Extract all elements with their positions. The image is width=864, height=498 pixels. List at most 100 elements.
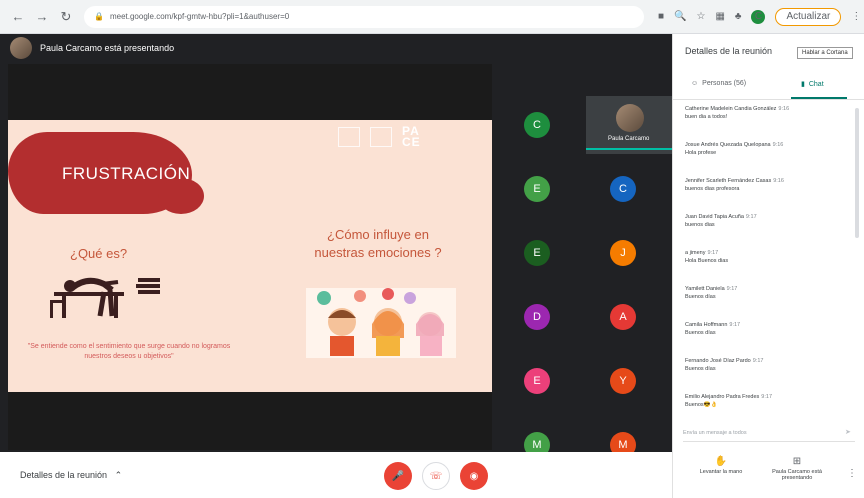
- chat-input[interactable]: Envía un mensaje a todos: [683, 424, 855, 442]
- chat-time: 9:17: [761, 394, 773, 400]
- chat-time: 9:17: [729, 322, 741, 328]
- mic-off-button[interactable]: 🎤: [384, 462, 412, 490]
- participant-tile[interactable]: E: [494, 224, 582, 282]
- send-icon[interactable]: ➤: [845, 428, 851, 436]
- participant-tile[interactable]: A: [580, 288, 668, 346]
- extension-icon[interactable]: ▦: [715, 11, 724, 22]
- browser-actions: ■ 🔍 ☆ ▦ ♣ C Actualizar ⋮: [658, 7, 861, 26]
- forward-icon[interactable]: →: [32, 7, 52, 27]
- chat-text: Hola profese: [685, 150, 717, 156]
- participant-avatar: E: [524, 240, 550, 266]
- question-right: ¿Cómo influye en nuestras emociones ?: [298, 226, 458, 262]
- update-button[interactable]: Actualizar: [775, 7, 842, 26]
- raise-hand-label: Levantar la mano: [699, 469, 743, 475]
- panel-actions: ✋ Levantar la mano ⊞ Paula Carcamo está …: [673, 454, 864, 498]
- chat-sender: Josue Andrés Quezada Quelopana: [685, 142, 771, 148]
- participant-tile[interactable]: E: [494, 160, 582, 218]
- chat-message-header: Fernando José Díaz Pardo 9:17: [685, 358, 855, 364]
- chevron-up-icon: ⌃: [109, 470, 123, 480]
- hand-icon: ✋: [714, 456, 728, 467]
- chat-text: buenos dias profesora: [685, 186, 740, 192]
- participant-avatar: D: [524, 304, 550, 330]
- participant-tile[interactable]: C: [580, 160, 668, 218]
- presenter-banner: Paula Carcamo está presentando: [0, 34, 672, 62]
- participant-tile[interactable]: D: [494, 288, 582, 346]
- back-icon[interactable]: ←: [8, 7, 28, 27]
- speaking-indicator: [586, 148, 674, 150]
- chat-message: Josue Andrés Quezada Quelopana 9:16 Hola p…: [685, 142, 855, 156]
- reload-icon[interactable]: ↻: [56, 7, 76, 27]
- meeting-details-label: Detalles de la reunión: [20, 470, 108, 480]
- chat-text: Buenos días: [685, 294, 716, 300]
- chat-message: Jennifer Scarleth Fernández Casas 9:16 bue…: [685, 178, 855, 192]
- chat-time: 9:17: [745, 214, 757, 220]
- camera-off-button[interactable]: ◉: [460, 462, 488, 490]
- chat-sender: a jimeny: [685, 250, 706, 256]
- participant-tile[interactable]: C: [494, 96, 582, 154]
- chat-message: a jimeny 9:17 Hola Buenos dias: [685, 250, 855, 264]
- chat-time: 9:17: [726, 286, 738, 292]
- tab-chat-label: Chat: [808, 80, 824, 88]
- panel-tabs: ☺ Personas (56) ▮ Chat: [673, 74, 864, 100]
- avatar: [616, 104, 644, 132]
- more-options-icon[interactable]: ⋮: [847, 468, 857, 479]
- camera-off-icon: ◉: [469, 470, 479, 482]
- chat-message: Fernando José Díaz Pardo 9:17 Buenos días: [685, 358, 855, 372]
- chat-text: Hola Buenos dias: [685, 258, 729, 264]
- chat-message-header: Catherine Madelein Candia González 9:16: [685, 106, 855, 112]
- presentation-slide: FRUSTRACIÓN PA CE ¿Qué es? "Se entiende …: [8, 120, 492, 392]
- chat-sender: Emilio Alejandro Padra Fredes: [685, 394, 760, 400]
- raise-hand-button[interactable]: ✋ Levantar la mano: [681, 456, 761, 475]
- chat-sender: Yamilett Daniela: [685, 286, 725, 292]
- star-icon[interactable]: ☆: [697, 11, 706, 22]
- chat-message: Yamilett Daniela 9:17 Buenos días: [685, 286, 855, 300]
- participant-tile[interactable]: J: [580, 224, 668, 282]
- slide-title: FRUSTRACIÓN: [62, 164, 191, 183]
- menu-dots-icon[interactable]: ⋮: [851, 11, 861, 22]
- question-right-line2: nuestras emociones ?: [314, 245, 442, 260]
- question-right-line1: ¿Cómo influye en: [327, 227, 429, 242]
- slide-quote: "Se entiende como el sentimiento que sur…: [27, 343, 231, 360]
- meeting-details-toggle[interactable]: Detalles de la reunión ⌃: [20, 470, 122, 481]
- participant-avatar: Y: [610, 368, 636, 394]
- chat-time: 9:16: [778, 106, 790, 112]
- hang-up-button[interactable]: ☏: [422, 462, 450, 490]
- participant-avatar: J: [610, 240, 636, 266]
- camera-icon[interactable]: ■: [658, 11, 664, 22]
- chat-sender: Fernando José Díaz Pardo: [685, 358, 751, 364]
- chat-text: buenos dias: [685, 222, 715, 228]
- presenting-label: Paula Carcamo está presentando: [772, 469, 822, 481]
- presenter-avatar: [10, 37, 32, 59]
- participant-avatar: A: [610, 304, 636, 330]
- zoom-icon[interactable]: 🔍: [674, 11, 686, 22]
- chat-text: buen dia a todos!: [685, 114, 728, 120]
- participant-tile-active[interactable]: Paula Carcamo: [586, 96, 674, 154]
- chat-message-header: Emilio Alejandro Padra Fredes 9:17: [685, 394, 855, 400]
- lock-icon: 🔒: [94, 12, 104, 21]
- logo-pace: PA CE: [402, 125, 421, 148]
- panel-title: Detalles de la reunión: [685, 46, 773, 56]
- chat-message: Catherine Madelein Candia González 9:16 bu…: [685, 106, 855, 120]
- participant-grid: Paula Carcamo C E C E J D A E Y M M: [494, 96, 674, 458]
- people-icon: ☺: [691, 80, 699, 87]
- participant-tile[interactable]: E: [494, 352, 582, 410]
- screen-root: ← → ↻ 🔒 meet.google.com/kpf-gmtw-hbu?pli…: [0, 0, 864, 498]
- logo-university: [370, 127, 392, 147]
- chat-time: 9:16: [773, 178, 784, 184]
- profile-avatar[interactable]: C: [751, 9, 766, 24]
- participant-avatar: C: [610, 176, 636, 202]
- question-left: ¿Qué es?: [70, 246, 128, 261]
- presenting-button[interactable]: ⊞ Paula Carcamo está presentando: [757, 456, 837, 481]
- address-bar[interactable]: 🔒 meet.google.com/kpf-gmtw-hbu?pli=1&aut…: [84, 5, 644, 28]
- puzzle-icon[interactable]: ♣: [735, 11, 742, 22]
- chat-sender: Camila Hoffmann: [685, 322, 728, 328]
- chat-message-header: Juan David Tapia Acuña 9:17: [685, 214, 855, 220]
- tab-people-label: Personas (56): [702, 80, 747, 87]
- tab-chat[interactable]: ▮ Chat: [801, 80, 824, 89]
- chat-scrollbar[interactable]: [855, 108, 859, 238]
- chat-time: 9:17: [752, 358, 764, 364]
- children-emotions-illustration: [306, 288, 456, 358]
- participant-avatar: E: [524, 368, 550, 394]
- tab-people[interactable]: ☺ Personas (56): [691, 80, 746, 87]
- participant-tile[interactable]: Y: [580, 352, 668, 410]
